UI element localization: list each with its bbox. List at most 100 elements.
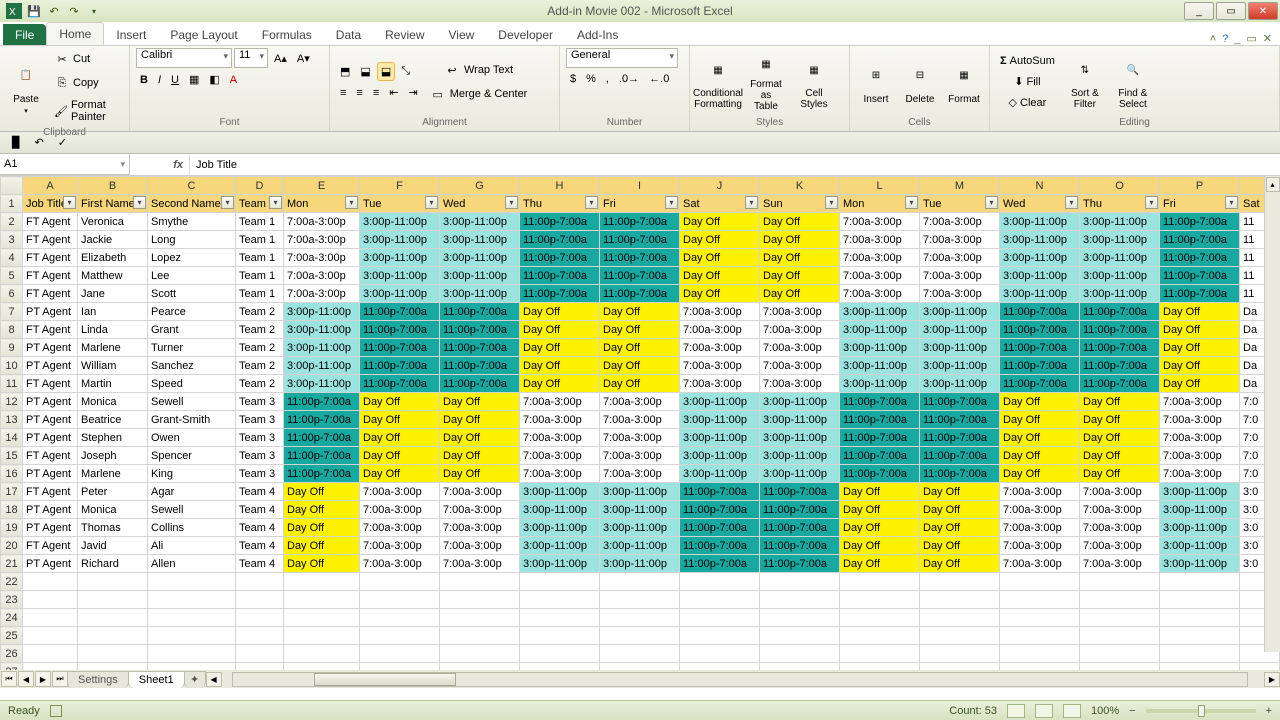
cell[interactable] [920, 573, 1000, 591]
cell[interactable]: 11:00p-7:00a [680, 483, 760, 501]
cell[interactable]: 3:00p-11:00p [600, 483, 680, 501]
cell[interactable]: 7:00a-3:00p [760, 375, 840, 393]
cell[interactable]: 11:00p-7:00a [600, 249, 680, 267]
cell[interactable]: 3:00p-11:00p [440, 285, 520, 303]
cell[interactable]: Day Off [520, 357, 600, 375]
align-right-button[interactable]: ≡ [369, 84, 383, 102]
cell[interactable]: 3:00p-11:00p [360, 213, 440, 231]
header-cell[interactable]: Team▾ [236, 195, 284, 213]
cell[interactable]: 3:00p-11:00p [680, 411, 760, 429]
cell[interactable]: Owen [148, 429, 236, 447]
cell[interactable]: PT Agent [23, 357, 78, 375]
cell[interactable]: Day Off [440, 393, 520, 411]
cell[interactable]: 7:00a-3:00p [840, 213, 920, 231]
cell[interactable]: 3:00p-11:00p [760, 429, 840, 447]
cell[interactable]: 11:00p-7:00a [440, 357, 520, 375]
row-header-16[interactable]: 16 [1, 465, 23, 483]
cell[interactable]: Day Off [1000, 393, 1080, 411]
decrease-decimal-button[interactable]: ←.0 [645, 70, 673, 88]
cell[interactable] [148, 645, 236, 663]
cell[interactable]: 7:00a-3:00p [284, 249, 360, 267]
cell[interactable]: 7:00a-3:00p [1080, 555, 1160, 573]
bold-button[interactable]: B [136, 71, 152, 89]
cell[interactable]: 7:00a-3:00p [600, 465, 680, 483]
header-cell[interactable]: Mon▾ [284, 195, 360, 213]
cell[interactable]: 7:00a-3:00p [1080, 501, 1160, 519]
header-cell[interactable]: Wed▾ [1000, 195, 1080, 213]
cell[interactable] [360, 663, 440, 671]
cell[interactable]: 3:00p-11:00p [520, 537, 600, 555]
cell[interactable]: 3:00p-11:00p [284, 375, 360, 393]
cell[interactable]: Matthew [78, 267, 148, 285]
row-header-18[interactable]: 18 [1, 501, 23, 519]
cell[interactable] [1160, 645, 1240, 663]
row-header-3[interactable]: 3 [1, 231, 23, 249]
filter-icon[interactable]: ▾ [585, 196, 598, 209]
tab-nav-last[interactable]: ⏭ [52, 671, 68, 687]
cell[interactable]: 7:00a-3:00p [520, 411, 600, 429]
col-header-N[interactable]: N [1000, 177, 1080, 195]
cell[interactable]: Pearce [148, 303, 236, 321]
cell[interactable] [1000, 609, 1080, 627]
cell[interactable]: Day Off [760, 249, 840, 267]
cell[interactable]: 11:00p-7:00a [1160, 249, 1240, 267]
cell[interactable]: FT Agent [23, 267, 78, 285]
cell[interactable]: 3:00p-11:00p [440, 249, 520, 267]
sheet-tab-sheet1[interactable]: Sheet1 [128, 671, 185, 688]
filter-icon[interactable]: ▾ [745, 196, 758, 209]
cell[interactable]: 11:00p-7:00a [600, 231, 680, 249]
cell[interactable] [78, 627, 148, 645]
cell[interactable]: 3:00p-11:00p [760, 411, 840, 429]
cell[interactable]: Beatrice [78, 411, 148, 429]
cell[interactable]: 3:00p-11:00p [1000, 231, 1080, 249]
clear-button[interactable]: ◇ Clear [996, 93, 1059, 112]
row-header-2[interactable]: 2 [1, 213, 23, 231]
formula-input[interactable]: Job Title [190, 154, 1280, 175]
cell[interactable]: 7:00a-3:00p [840, 285, 920, 303]
zoom-slider[interactable] [1146, 709, 1256, 713]
cell[interactable]: Day Off [1080, 465, 1160, 483]
cell[interactable]: 7:00a-3:00p [680, 339, 760, 357]
cell[interactable]: 11:00p-7:00a [1080, 375, 1160, 393]
col-header-A[interactable]: A [23, 177, 78, 195]
cell[interactable]: Team 1 [236, 213, 284, 231]
zoom-thumb[interactable] [1198, 705, 1205, 717]
cell[interactable]: 11:00p-7:00a [920, 429, 1000, 447]
cell[interactable]: 7:00a-3:00p [600, 411, 680, 429]
cell[interactable]: Team 2 [236, 303, 284, 321]
header-cell[interactable]: Mon▾ [840, 195, 920, 213]
cell[interactable]: Day Off [284, 483, 360, 501]
cell[interactable]: Stephen [78, 429, 148, 447]
cell[interactable] [23, 645, 78, 663]
cell[interactable]: Day Off [760, 285, 840, 303]
cell[interactable]: 3:00p-11:00p [520, 555, 600, 573]
cell[interactable] [148, 663, 236, 671]
tab-file[interactable]: File [3, 24, 46, 45]
cell[interactable] [680, 627, 760, 645]
minimize-ribbon-icon[interactable]: ˄ [1210, 33, 1216, 45]
sort-filter-button[interactable]: ⇅Sort & Filter [1063, 49, 1107, 115]
cell[interactable]: 11:00p-7:00a [840, 447, 920, 465]
cell[interactable]: Day Off [680, 285, 760, 303]
cell[interactable]: PT Agent [23, 555, 78, 573]
tab-nav-first[interactable]: ⏮ [1, 671, 17, 687]
cell[interactable]: 7:00a-3:00p [1080, 537, 1160, 555]
cell[interactable] [840, 627, 920, 645]
cell[interactable] [1080, 609, 1160, 627]
cell[interactable]: 11:00p-7:00a [284, 393, 360, 411]
tab-view[interactable]: View [437, 24, 487, 45]
cell[interactable]: FT Agent [23, 249, 78, 267]
cell[interactable]: 7:00a-3:00p [520, 393, 600, 411]
cell[interactable]: 3:00p-11:00p [520, 483, 600, 501]
cell[interactable]: Day Off [680, 231, 760, 249]
cell[interactable]: 3:00p-11:00p [360, 231, 440, 249]
cell[interactable]: Day Off [600, 357, 680, 375]
cell[interactable] [760, 663, 840, 671]
cell[interactable]: 3:00p-11:00p [284, 321, 360, 339]
cell[interactable]: 7:00a-3:00p [920, 231, 1000, 249]
cell[interactable]: Marlene [78, 465, 148, 483]
cell[interactable]: 3:00p-11:00p [284, 357, 360, 375]
cell[interactable]: 7:00a-3:00p [760, 339, 840, 357]
hscroll-left-button[interactable]: ◀ [206, 672, 222, 687]
cell[interactable]: 11:00p-7:00a [1000, 339, 1080, 357]
